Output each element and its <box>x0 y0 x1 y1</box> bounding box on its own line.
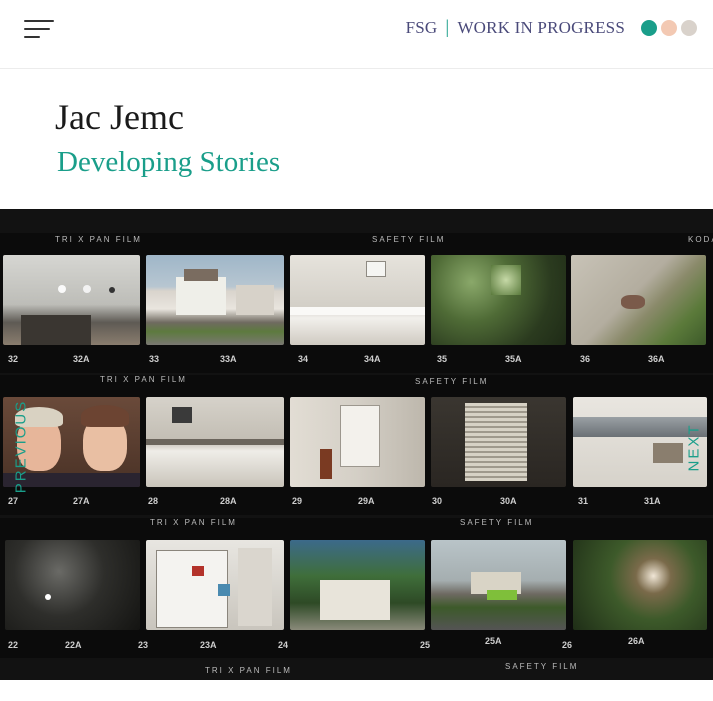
film-label: TRI X PAN FILM <box>55 235 142 244</box>
menu-icon[interactable] <box>24 20 58 40</box>
film-label: TRI X PAN FILM <box>205 666 292 675</box>
film-label: SAFETY FILM <box>505 662 579 671</box>
frame-number: 31 <box>578 496 589 506</box>
photo-open-fridge <box>146 540 284 630</box>
book-title: Developing Stories <box>57 146 281 178</box>
photo-kitchen-counter <box>146 397 284 487</box>
frame-number: 26 <box>562 640 573 650</box>
frame-number: 34 <box>298 354 309 364</box>
photo-white-house <box>146 255 284 345</box>
photo-door-with-knobs <box>3 255 140 345</box>
frame-number: 25A <box>485 636 502 646</box>
photo-concrete-weeds <box>571 255 706 345</box>
frame-number: 28 <box>148 496 159 506</box>
contact-sheet-image: TRI X PAN FILM SAFETY FILM KODA 32 32A 3… <box>0 209 713 680</box>
frame-number: 26A <box>628 636 645 646</box>
brand-dots <box>641 20 697 36</box>
previous-link[interactable]: PREVIOUS <box>12 400 29 494</box>
film-strip-2: TRI X PAN FILM SAFETY FILM 27 27A 28 28A <box>0 375 713 515</box>
next-label: NEXT <box>685 423 703 472</box>
photo-foliage-light <box>573 540 707 630</box>
film-label: KODA <box>688 235 713 244</box>
frame-number: 22 <box>8 640 19 650</box>
film-label: TRI X PAN FILM <box>100 375 187 384</box>
frame-number: 24 <box>278 640 289 650</box>
frame-number: 27 <box>8 496 19 506</box>
frame-number: 33 <box>149 354 160 364</box>
film-strip-1: TRI X PAN FILM SAFETY FILM KODA 32 32A 3… <box>0 233 713 373</box>
photo-empty-room <box>290 397 425 487</box>
photo-window-blinds <box>431 397 566 487</box>
dot-gray <box>681 20 697 36</box>
author-name: Jac Jemc <box>55 97 184 137</box>
photo-bathtub <box>290 255 425 345</box>
frame-number: 34A <box>364 354 381 364</box>
film-label: TRI X PAN FILM <box>150 518 237 527</box>
brand-separator: | <box>445 17 450 38</box>
site-header: FSG | WORK IN PROGRESS <box>0 0 713 69</box>
next-link[interactable]: NEXT <box>686 423 703 471</box>
brand-link[interactable]: FSG | WORK IN PROGRESS <box>406 17 625 39</box>
photo-backyard-table <box>290 540 425 630</box>
frame-number: 32 <box>8 354 19 364</box>
frame-number: 36A <box>648 354 665 364</box>
frame-number: 35 <box>437 354 448 364</box>
frame-number: 35A <box>505 354 522 364</box>
photo-night-trees <box>5 540 140 630</box>
film-strip-3: TRI X PAN FILM SAFETY FILM 22 22A 23 23A… <box>0 518 713 658</box>
previous-label: PREVIOUS <box>12 399 30 494</box>
photo-street-house <box>431 540 566 630</box>
frame-number: 23A <box>200 640 217 650</box>
frame-number: 22A <box>65 640 82 650</box>
frame-number: 25 <box>420 640 431 650</box>
frame-number: 27A <box>73 496 90 506</box>
frame-number: 31A <box>644 496 661 506</box>
frame-number: 28A <box>220 496 237 506</box>
dot-peach <box>661 20 677 36</box>
frame-number: 33A <box>220 354 237 364</box>
frame-number: 29A <box>358 496 375 506</box>
photo-green-trees <box>431 255 566 345</box>
frame-number: 36 <box>580 354 591 364</box>
frame-number: 29 <box>292 496 303 506</box>
frame-number: 30 <box>432 496 443 506</box>
brand-fsg: FSG <box>405 18 438 37</box>
frame-number: 30A <box>500 496 517 506</box>
frame-number: 23 <box>138 640 149 650</box>
frame-number: 32A <box>73 354 90 364</box>
dot-teal <box>641 20 657 36</box>
brand-work-in-progress: WORK IN PROGRESS <box>457 18 625 37</box>
film-label: SAFETY FILM <box>372 235 446 244</box>
film-label: SAFETY FILM <box>415 377 489 386</box>
film-label: SAFETY FILM <box>460 518 534 527</box>
